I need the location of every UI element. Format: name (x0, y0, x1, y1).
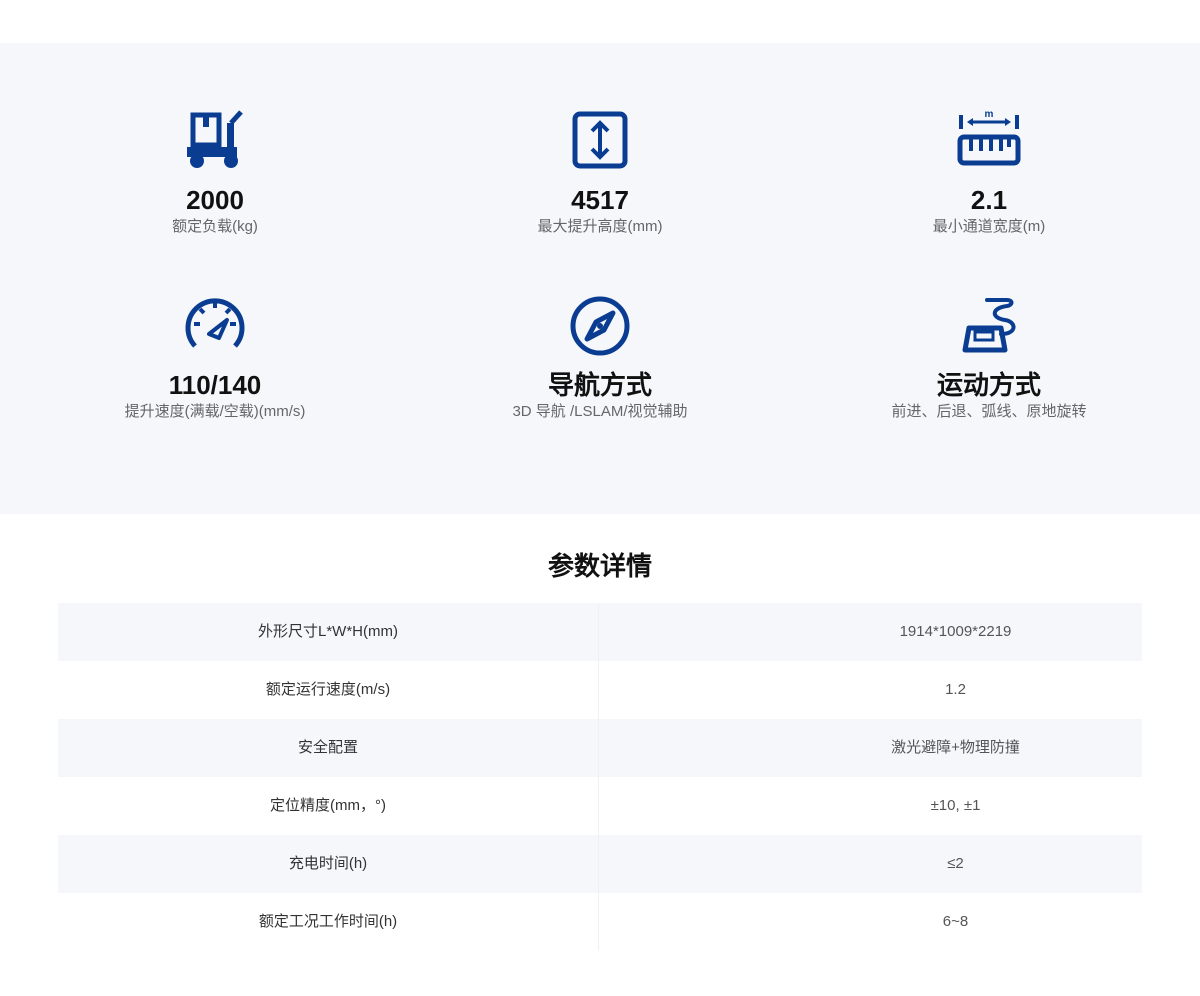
feature-lift-height: 4517 最大提升高度(mm) (408, 109, 792, 237)
lift-height-icon (572, 111, 628, 169)
spec-name: 充电时间(h) (58, 835, 599, 893)
spec-name: 定位精度(mm，°) (58, 777, 599, 835)
table-row: 充电时间(h) ≤2 (58, 835, 1142, 893)
spec-value: 1914*1009*2219 (899, 623, 1012, 640)
table-row: 安全配置 激光避障+物理防撞 (58, 719, 1142, 777)
spec-name: 额定运行速度(m/s) (58, 661, 599, 719)
specs-table: 外形尺寸L*W*H(mm) 1914*1009*2219 额定运行速度(m/s)… (58, 603, 1142, 951)
feature-value: 110/140 (168, 370, 262, 400)
speedometer-icon (185, 298, 245, 348)
spec-name: 安全配置 (58, 719, 599, 777)
feature-value: 2000 (186, 185, 244, 215)
spec-value: ≤2 (947, 855, 964, 872)
feature-aisle-width: m 2.1 最小通道宽度(m) (797, 109, 1181, 237)
feature-label: 3D 导航 /LSLAM/视觉辅助 (512, 403, 688, 420)
motion-icon (962, 298, 1016, 353)
feature-lift-speed: 110/140 提升速度(满载/空载)(mm/s) (23, 294, 407, 422)
ruler-width-icon: m (957, 109, 1021, 166)
table-row: 定位精度(mm，°) ±10, ±1 (58, 777, 1142, 835)
forklift-cart-icon (187, 110, 243, 168)
table-row: 外形尺寸L*W*H(mm) 1914*1009*2219 (58, 603, 1142, 661)
feature-load: 2000 额定负载(kg) (23, 109, 407, 237)
table-row: 额定工况工作时间(h) 6~8 (58, 893, 1142, 951)
feature-value: 4517 (571, 185, 629, 215)
feature-label: 提升速度(满载/空载)(mm/s) (124, 403, 306, 420)
ruler-unit-label: m (985, 109, 994, 120)
spec-name: 外形尺寸L*W*H(mm) (58, 603, 599, 661)
feature-label: 额定负载(kg) (172, 218, 258, 235)
spec-value: 1.2 (945, 681, 966, 698)
feature-label: 最大提升高度(mm) (537, 218, 663, 235)
feature-label: 前进、后退、弧线、原地旋转 (891, 403, 1087, 420)
feature-label: 最小通道宽度(m) (932, 218, 1046, 235)
features-panel: 2000 额定负载(kg) 4517 最大提升高度(mm) m 2.1 最小通道… (0, 43, 1200, 514)
feature-navigation: 导航方式 3D 导航 /LSLAM/视觉辅助 (408, 294, 792, 422)
feature-value: 导航方式 (547, 370, 652, 400)
feature-value: 运动方式 (936, 370, 1041, 400)
compass-icon (570, 296, 630, 356)
specs-title: 参数详情 (547, 551, 652, 581)
spec-value: 激光避障+物理防撞 (891, 739, 1020, 756)
table-row: 额定运行速度(m/s) 1.2 (58, 661, 1142, 719)
spec-value: ±10, ±1 (930, 797, 981, 814)
feature-motion: 运动方式 前进、后退、弧线、原地旋转 (797, 294, 1181, 422)
spec-name: 额定工况工作时间(h) (58, 893, 599, 951)
spec-value: 6~8 (942, 913, 969, 930)
feature-value: 2.1 (970, 185, 1008, 215)
